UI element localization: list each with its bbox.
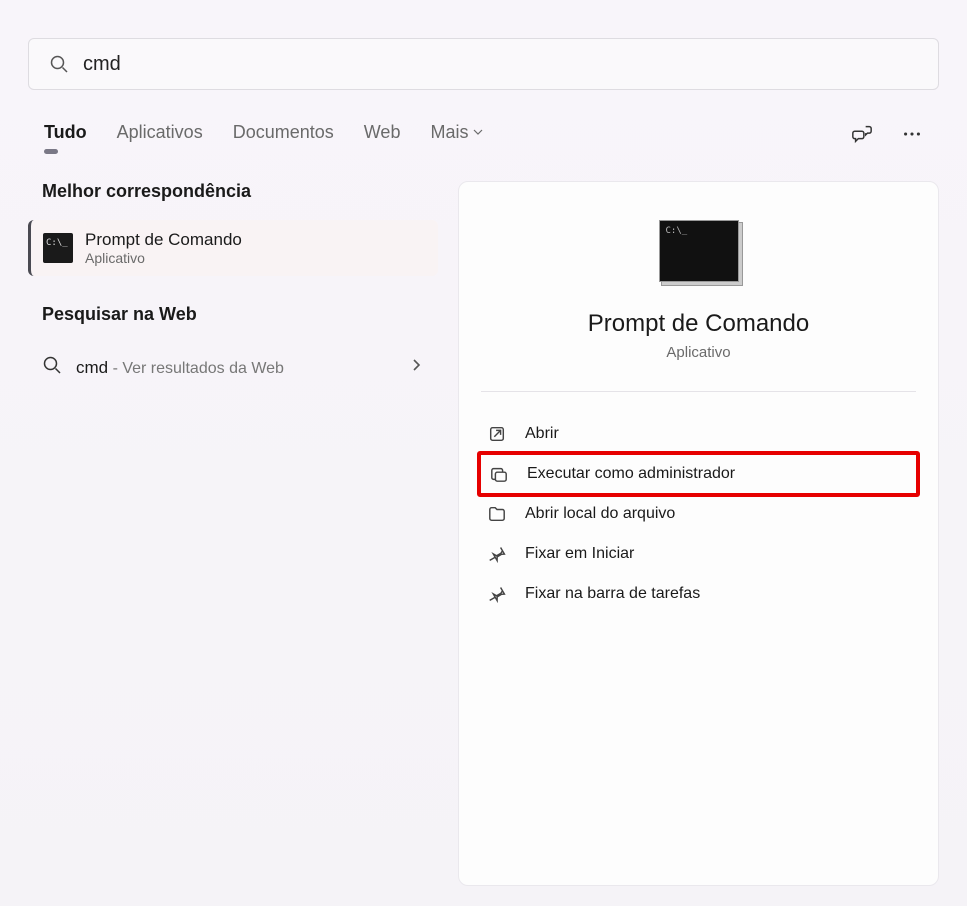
chevron-right-icon [410, 358, 424, 377]
best-match-title: Prompt de Comando [85, 230, 242, 250]
cmd-icon: C:\_ [43, 233, 73, 263]
best-match-heading: Melhor correspondência [28, 181, 438, 202]
action-open-file-location-label: Abrir local do arquivo [525, 505, 675, 523]
search-web-heading: Pesquisar na Web [28, 304, 438, 325]
web-result-suffix: - Ver resultados da Web [108, 360, 284, 377]
divider [481, 391, 916, 392]
folder-icon [487, 504, 507, 524]
preview-subtitle: Aplicativo [666, 344, 730, 361]
search-icon [49, 54, 69, 74]
action-pin-to-start[interactable]: Fixar em Iniciar [481, 534, 916, 574]
admin-icon [489, 464, 509, 484]
actions-list: Abrir Executar como administrador A [481, 414, 916, 614]
action-pin-to-start-label: Fixar em Iniciar [525, 545, 634, 563]
best-match-text: Prompt de Comando Aplicativo [85, 230, 242, 266]
header-actions [851, 123, 923, 150]
cmd-large-icon: C:\_ [659, 220, 739, 282]
results-column: Melhor correspondência C:\_ Prompt de Co… [28, 181, 438, 886]
action-open-label: Abrir [525, 425, 559, 443]
web-result[interactable]: cmd - Ver resultados da Web [28, 343, 438, 392]
content-area: Melhor correspondência C:\_ Prompt de Co… [28, 181, 939, 886]
tabs-row: Tudo Aplicativos Documentos Web Mais [28, 122, 939, 151]
tab-documents[interactable]: Documentos [233, 122, 334, 151]
action-run-as-admin[interactable]: Executar como administrador [477, 451, 920, 497]
pin-icon [487, 544, 507, 564]
chat-icon[interactable] [851, 123, 873, 150]
more-icon[interactable] [901, 123, 923, 150]
action-open-file-location[interactable]: Abrir local do arquivo [481, 494, 916, 534]
chevron-down-icon [472, 122, 484, 143]
action-run-as-admin-label: Executar como administrador [527, 465, 735, 483]
search-input[interactable] [83, 53, 918, 76]
search-icon [42, 355, 62, 380]
web-result-text: cmd - Ver resultados da Web [76, 358, 396, 378]
svg-text:C:\_: C:\_ [46, 238, 68, 248]
action-pin-to-taskbar[interactable]: Fixar na barra de tarefas [481, 574, 916, 614]
preview-pane: C:\_ Prompt de Comando Aplicativo Abrir [458, 181, 939, 886]
action-open[interactable]: Abrir [481, 414, 916, 454]
tab-more[interactable]: Mais [430, 122, 484, 151]
web-result-query: cmd [76, 358, 108, 377]
pin-icon [487, 584, 507, 604]
best-match-subtitle: Aplicativo [85, 250, 242, 266]
search-box[interactable] [28, 38, 939, 90]
open-icon [487, 424, 507, 444]
best-match-result[interactable]: C:\_ Prompt de Comando Aplicativo [28, 220, 438, 276]
tab-web[interactable]: Web [364, 122, 401, 151]
action-pin-to-taskbar-label: Fixar na barra de tarefas [525, 585, 700, 603]
tab-all[interactable]: Tudo [44, 122, 87, 151]
filter-tabs: Tudo Aplicativos Documentos Web Mais [44, 122, 484, 151]
tab-more-label: Mais [430, 122, 468, 143]
preview-title: Prompt de Comando [588, 310, 809, 338]
tab-apps[interactable]: Aplicativos [117, 122, 203, 151]
